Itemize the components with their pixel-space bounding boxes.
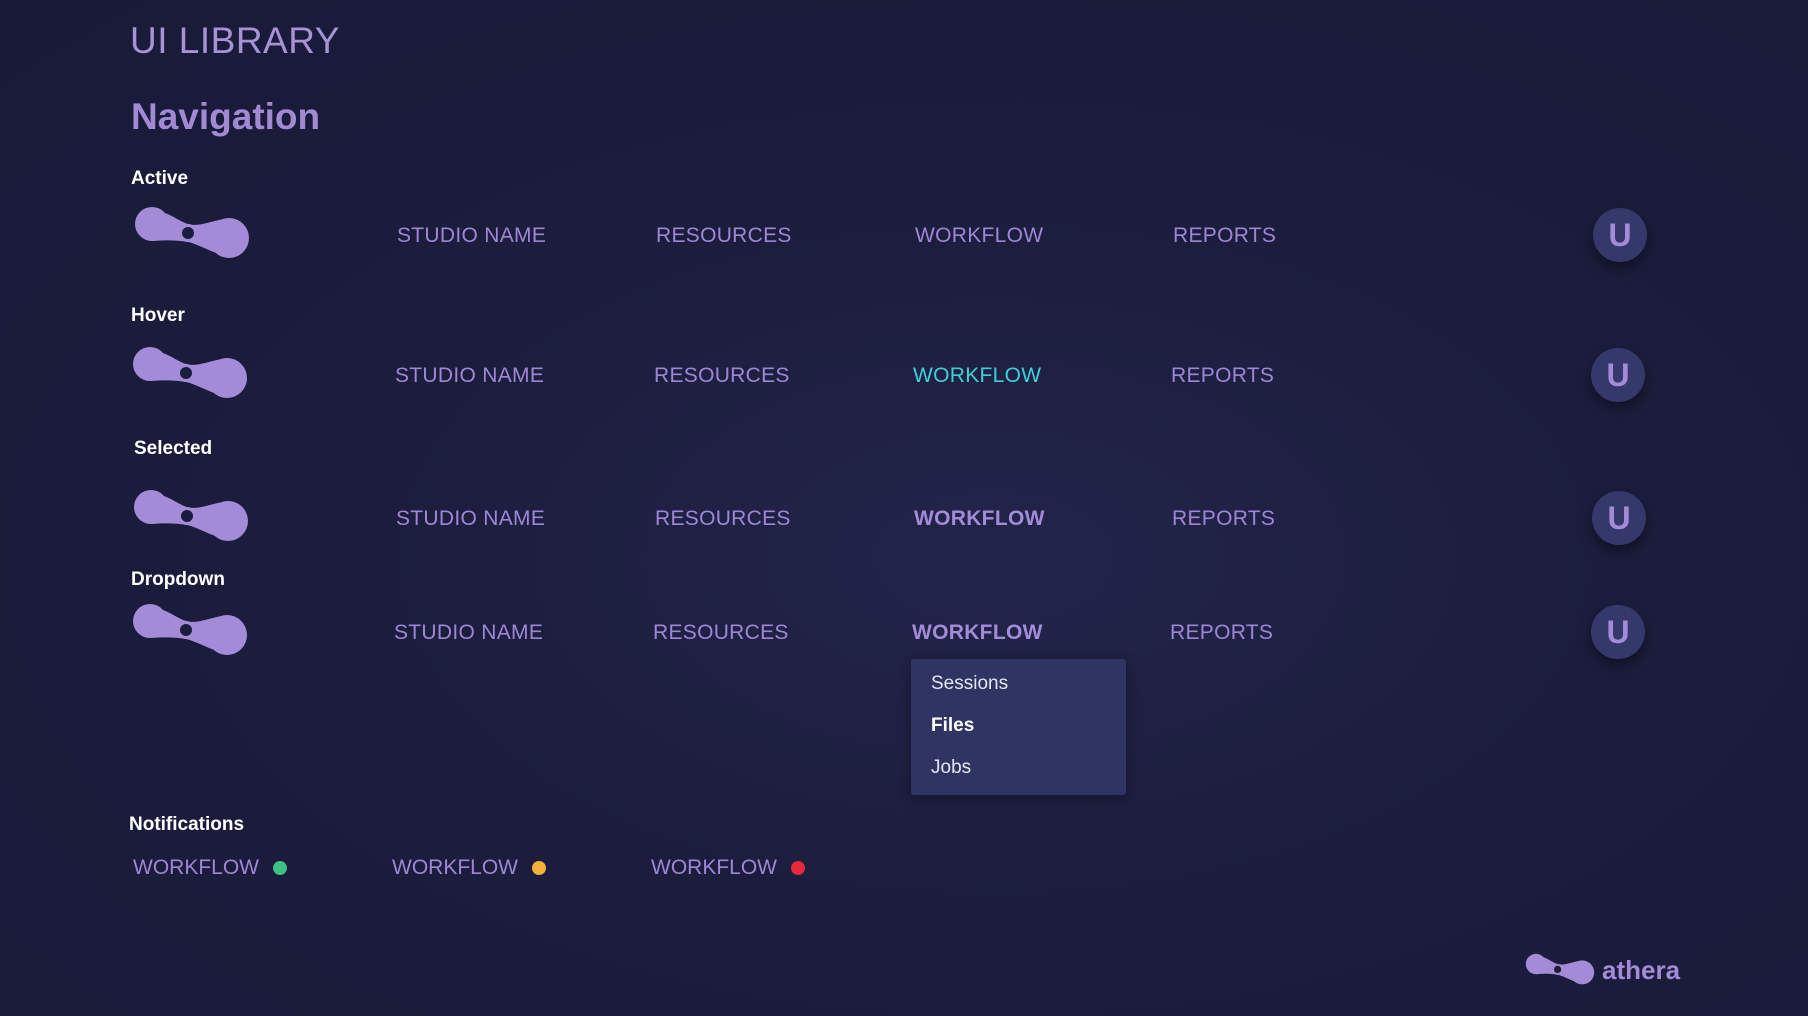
nav-item-reports[interactable]: REPORTS [1171, 364, 1274, 388]
nav-item-reports[interactable]: REPORTS [1173, 224, 1276, 248]
workflow-dropdown-menu: Sessions Files Jobs [911, 659, 1126, 795]
user-avatar[interactable]: U [1591, 605, 1645, 659]
dropdown-item-jobs[interactable]: Jobs [931, 757, 971, 779]
dropdown-item-files[interactable]: Files [931, 715, 974, 737]
nav-item-reports[interactable]: REPORTS [1170, 621, 1273, 645]
nav-item-resources[interactable]: RESOURCES [653, 621, 789, 645]
nav-item-studio-name[interactable]: STUDIO NAME [397, 224, 546, 248]
nav-item-studio-name[interactable]: STUDIO NAME [394, 621, 543, 645]
notification-item-red[interactable]: WORKFLOW [651, 856, 805, 880]
notification-item-yellow[interactable]: WORKFLOW [392, 856, 546, 880]
nav-item-studio-name[interactable]: STUDIO NAME [396, 507, 545, 531]
section-title: Navigation [131, 96, 321, 137]
notification-item-green[interactable]: WORKFLOW [133, 856, 287, 880]
user-avatar[interactable]: U [1593, 208, 1647, 262]
library-title: UI LIBRARY [130, 20, 340, 61]
nav-item-workflow-hovered[interactable]: WORKFLOW [913, 364, 1041, 388]
nav-item-workflow-selected[interactable]: WORKFLOW [912, 621, 1043, 645]
notification-label: WORKFLOW [651, 856, 777, 879]
nav-item-studio-name[interactable]: STUDIO NAME [395, 364, 544, 388]
nav-item-workflow[interactable]: WORKFLOW [915, 224, 1043, 248]
notification-label: WORKFLOW [133, 856, 259, 879]
user-avatar[interactable]: U [1592, 491, 1646, 545]
nav-item-workflow-selected[interactable]: WORKFLOW [914, 507, 1045, 531]
athera-logo-icon[interactable] [130, 601, 250, 661]
state-label-active: Active [131, 168, 189, 189]
nav-item-resources[interactable]: RESOURCES [655, 507, 791, 531]
status-dot-red-icon [791, 861, 805, 875]
brand-logo: athera [1524, 952, 1680, 988]
user-avatar[interactable]: U [1591, 348, 1645, 402]
notification-label: WORKFLOW [392, 856, 518, 879]
athera-logo-icon[interactable] [131, 487, 251, 547]
state-label-dropdown: Dropdown [131, 569, 225, 590]
notifications-label: Notifications [129, 814, 245, 835]
dropdown-item-sessions[interactable]: Sessions [931, 673, 1008, 695]
state-label-selected: Selected [134, 438, 213, 459]
nav-item-resources[interactable]: RESOURCES [656, 224, 792, 248]
status-dot-green-icon [273, 861, 287, 875]
athera-logo-icon [1524, 952, 1596, 988]
nav-item-reports[interactable]: REPORTS [1172, 507, 1275, 531]
state-label-hover: Hover [131, 305, 185, 326]
brand-name: athera [1602, 954, 1681, 985]
athera-logo-icon[interactable] [130, 344, 250, 404]
nav-item-resources[interactable]: RESOURCES [654, 364, 790, 388]
status-dot-yellow-icon [532, 861, 546, 875]
athera-logo-icon[interactable] [132, 204, 252, 264]
